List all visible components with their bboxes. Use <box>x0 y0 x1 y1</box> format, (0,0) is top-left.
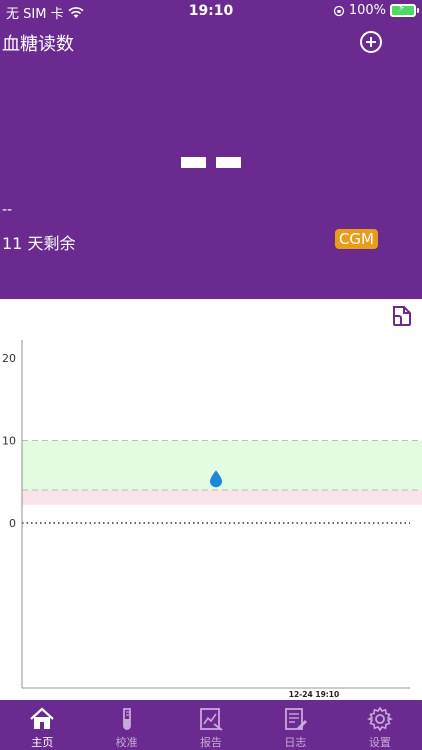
tab-settings-label: 设置 <box>368 736 391 749</box>
orientation-lock-icon <box>333 5 344 16</box>
x-tick-label-0: 12-24 19:10 <box>289 690 339 699</box>
home-icon <box>30 707 54 729</box>
glucose-reading: -- <box>0 134 422 174</box>
log-icon <box>285 708 308 730</box>
settings-icon <box>366 706 393 732</box>
tab-bar: 主页 校准 报告 日志 设置 <box>0 700 422 750</box>
share-icon[interactable] <box>390 304 414 328</box>
report-icon <box>200 708 223 731</box>
status-bar: 无 SIM 卡 19:10 100% ⚡ <box>0 0 422 22</box>
tab-log[interactable]: 日志 <box>253 700 337 750</box>
tab-calibrate-label: 校准 <box>115 736 138 749</box>
tab-home[interactable]: 主页 <box>0 700 84 750</box>
calibrate-icon <box>122 708 131 730</box>
tab-log-label: 日志 <box>284 736 307 749</box>
low-range-band <box>22 490 422 505</box>
tab-report[interactable]: 报告 <box>169 700 253 750</box>
page-title: 血糖读数 <box>2 34 74 55</box>
days-remaining: 11 天剩余 <box>2 234 76 253</box>
glucose-header: 血糖读数 -- -- 11 天剩余 CGM <box>0 22 422 299</box>
tab-settings[interactable]: 设置 <box>338 700 422 750</box>
battery-percent: 100% <box>348 3 386 18</box>
glucose-chart: 0 10 20 12-24 19:10 <box>2 340 422 699</box>
trend-text: -- <box>2 202 13 218</box>
target-range-band <box>22 440 422 490</box>
tab-home-label: 主页 <box>31 736 54 749</box>
y-tick-label-0: 0 <box>9 517 16 530</box>
battery-icon: ⚡ <box>390 3 419 17</box>
status-right: 100% ⚡ <box>333 3 419 18</box>
tab-calibrate[interactable]: 校准 <box>84 700 168 750</box>
y-tick-label-2: 20 <box>2 352 16 365</box>
add-icon[interactable] <box>360 31 382 53</box>
tab-report-label: 报告 <box>200 736 223 749</box>
reading-dashes <box>181 157 241 168</box>
sensor-badge: CGM <box>334 229 378 249</box>
y-tick-label-1: 10 <box>2 435 16 448</box>
